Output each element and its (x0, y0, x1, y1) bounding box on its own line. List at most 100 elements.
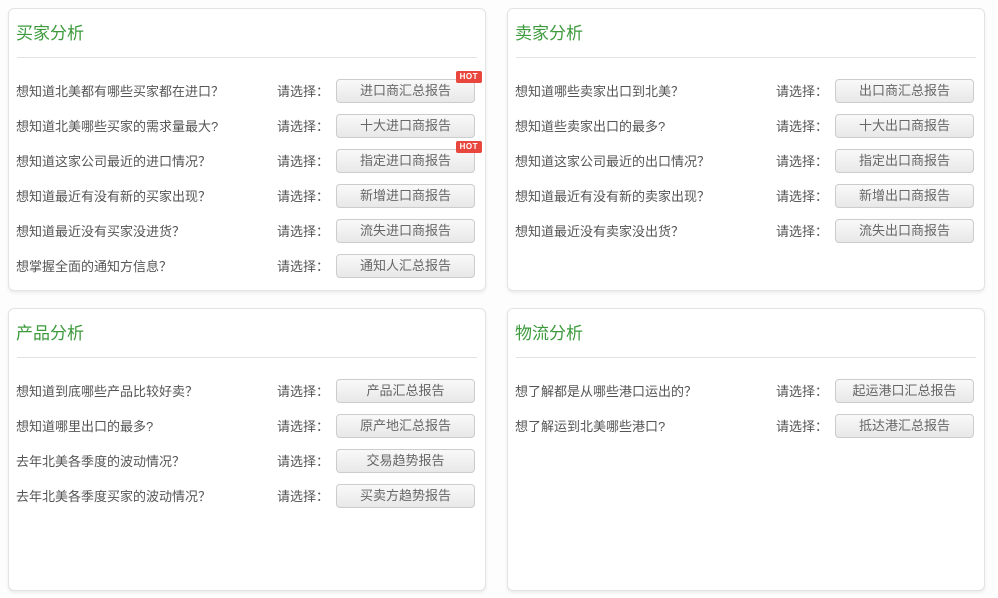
report-button[interactable]: 出口商汇总报告 (835, 79, 974, 103)
report-button-wrap: 流失进口商报告 (336, 219, 475, 243)
question-label: 想知道哪些卖家出口到北美？ (515, 81, 776, 100)
report-button[interactable]: 交易趋势报告 (336, 449, 475, 473)
report-button-wrap: 出口商汇总报告 (835, 79, 974, 103)
panel-seller-analysis: 卖家分析 想知道哪些卖家出口到北美？ 请选择： 出口商汇总报告 想知道些卖家出口… (507, 8, 985, 291)
select-label: 请选择： (277, 221, 329, 240)
question-label: 想了解都是从哪些港口运出的？ (515, 381, 776, 400)
panel-rows: 想知道到底哪些产品比较好卖？ 请选择： 产品汇总报告 想知道哪里出口的最多? 请… (9, 358, 485, 513)
select-label: 请选择： (776, 116, 828, 135)
question-label: 想知道最近有没有新的卖家出现？ (515, 186, 776, 205)
report-button-wrap: 新增进口商报告 (336, 184, 475, 208)
panel-title: 物流分析 (515, 323, 976, 345)
report-row: 想了解都是从哪些港口运出的？ 请选择： 起运港口汇总报告 (515, 373, 974, 408)
report-button[interactable]: 十大出口商报告 (835, 114, 974, 138)
report-row: 想知道北美哪些买家的需求量最大? 请选择： 十大进口商报告 (16, 108, 475, 143)
question-label: 想知道哪里出口的最多? (16, 416, 277, 435)
report-row: 去年北美各季度买家的波动情况？ 请选择： 买卖方趋势报告 (16, 478, 475, 513)
select-label: 请选择： (277, 151, 329, 170)
panel-rows: 想知道北美都有哪些买家都在进口？ 请选择： 进口商汇总报告 HOT 想知道北美哪… (9, 58, 485, 283)
analysis-grid: 买家分析 想知道北美都有哪些买家都在进口？ 请选择： 进口商汇总报告 HOT 想… (8, 8, 985, 591)
question-label: 想知道到底哪些产品比较好卖？ (16, 381, 277, 400)
question-label: 想知道北美都有哪些买家都在进口？ (16, 81, 277, 100)
report-row: 想掌握全面的通知方信息？ 请选择： 通知人汇总报告 (16, 248, 475, 283)
select-label: 请选择： (277, 381, 329, 400)
select-label: 请选择： (277, 451, 329, 470)
question-label: 想知道最近有没有新的买家出现？ (16, 186, 277, 205)
report-button-wrap: 进口商汇总报告 HOT (336, 79, 475, 103)
panel-title: 卖家分析 (515, 23, 976, 45)
question-label: 想知道最近没有买家没进货？ (16, 221, 277, 240)
report-button[interactable]: 起运港口汇总报告 (835, 379, 974, 403)
report-button-wrap: 十大进口商报告 (336, 114, 475, 138)
hot-badge: HOT (456, 141, 482, 153)
question-label: 去年北美各季度买家的波动情况？ (16, 486, 277, 505)
report-button[interactable]: 指定出口商报告 (835, 149, 974, 173)
select-label: 请选择： (277, 486, 329, 505)
select-label: 请选择： (776, 81, 828, 100)
question-label: 想掌握全面的通知方信息？ (16, 256, 277, 275)
report-button-wrap: 产品汇总报告 (336, 379, 475, 403)
report-row: 想知道最近没有买家没进货？ 请选择： 流失进口商报告 (16, 213, 475, 248)
report-row: 想知道哪里出口的最多? 请选择： 原产地汇总报告 (16, 408, 475, 443)
report-button-wrap: 通知人汇总报告 (336, 254, 475, 278)
report-button-wrap: 十大出口商报告 (835, 114, 974, 138)
report-row: 想知道到底哪些产品比较好卖？ 请选择： 产品汇总报告 (16, 373, 475, 408)
panel-rows: 想了解都是从哪些港口运出的？ 请选择： 起运港口汇总报告 想了解运到北美哪些港口… (508, 358, 984, 443)
select-label: 请选择： (277, 116, 329, 135)
select-label: 请选择： (277, 256, 329, 275)
select-label: 请选择： (776, 416, 828, 435)
report-button[interactable]: 产品汇总报告 (336, 379, 475, 403)
report-button[interactable]: 新增出口商报告 (835, 184, 974, 208)
report-button[interactable]: 指定进口商报告 (336, 149, 475, 173)
report-button[interactable]: 新增进口商报告 (336, 184, 475, 208)
question-label: 想知道北美哪些买家的需求量最大? (16, 116, 277, 135)
report-button[interactable]: 流失进口商报告 (336, 219, 475, 243)
report-button-wrap: 买卖方趋势报告 (336, 484, 475, 508)
report-row: 想知道最近有没有新的卖家出现？ 请选择： 新增出口商报告 (515, 178, 974, 213)
question-label: 想知道这家公司最近的进口情况？ (16, 151, 277, 170)
select-label: 请选择： (776, 221, 828, 240)
report-button-wrap: 原产地汇总报告 (336, 414, 475, 438)
report-row: 想了解运到北美哪些港口? 请选择： 抵达港汇总报告 (515, 408, 974, 443)
panel-title: 产品分析 (16, 323, 477, 345)
report-button[interactable]: 十大进口商报告 (336, 114, 475, 138)
panel-logistics-analysis: 物流分析 想了解都是从哪些港口运出的？ 请选择： 起运港口汇总报告 想了解运到北… (507, 308, 985, 591)
report-button[interactable]: 抵达港汇总报告 (835, 414, 974, 438)
report-button[interactable]: 买卖方趋势报告 (336, 484, 475, 508)
report-button-wrap: 新增出口商报告 (835, 184, 974, 208)
report-button-wrap: 抵达港汇总报告 (835, 414, 974, 438)
question-label: 想知道这家公司最近的出口情况？ (515, 151, 776, 170)
panel-product-analysis: 产品分析 想知道到底哪些产品比较好卖？ 请选择： 产品汇总报告 想知道哪里出口的… (8, 308, 486, 591)
hot-badge: HOT (456, 71, 482, 83)
report-row: 想知道北美都有哪些买家都在进口？ 请选择： 进口商汇总报告 HOT (16, 73, 475, 108)
question-label: 想知道些卖家出口的最多? (515, 116, 776, 135)
report-button[interactable]: 流失出口商报告 (835, 219, 974, 243)
question-label: 想了解运到北美哪些港口? (515, 416, 776, 435)
select-label: 请选择： (277, 416, 329, 435)
report-button[interactable]: 进口商汇总报告 (336, 79, 475, 103)
report-row: 去年北美各季度的波动情况？ 请选择： 交易趋势报告 (16, 443, 475, 478)
report-button-wrap: 流失出口商报告 (835, 219, 974, 243)
report-button-wrap: 指定出口商报告 (835, 149, 974, 173)
panel-rows: 想知道哪些卖家出口到北美？ 请选择： 出口商汇总报告 想知道些卖家出口的最多? … (508, 58, 984, 248)
panel-buyer-analysis: 买家分析 想知道北美都有哪些买家都在进口？ 请选择： 进口商汇总报告 HOT 想… (8, 8, 486, 291)
question-label: 去年北美各季度的波动情况？ (16, 451, 277, 470)
select-label: 请选择： (277, 186, 329, 205)
report-row: 想知道这家公司最近的进口情况？ 请选择： 指定进口商报告 HOT (16, 143, 475, 178)
select-label: 请选择： (776, 151, 828, 170)
report-button-wrap: 指定进口商报告 HOT (336, 149, 475, 173)
report-button-wrap: 起运港口汇总报告 (835, 379, 974, 403)
report-button[interactable]: 原产地汇总报告 (336, 414, 475, 438)
select-label: 请选择： (776, 381, 828, 400)
report-row: 想知道最近没有卖家没出货？ 请选择： 流失出口商报告 (515, 213, 974, 248)
report-button-wrap: 交易趋势报告 (336, 449, 475, 473)
report-row: 想知道这家公司最近的出口情况？ 请选择： 指定出口商报告 (515, 143, 974, 178)
report-row: 想知道些卖家出口的最多? 请选择： 十大出口商报告 (515, 108, 974, 143)
panel-title: 买家分析 (16, 23, 477, 45)
report-button[interactable]: 通知人汇总报告 (336, 254, 475, 278)
select-label: 请选择： (277, 81, 329, 100)
report-row: 想知道哪些卖家出口到北美？ 请选择： 出口商汇总报告 (515, 73, 974, 108)
question-label: 想知道最近没有卖家没出货？ (515, 221, 776, 240)
select-label: 请选择： (776, 186, 828, 205)
report-row: 想知道最近有没有新的买家出现？ 请选择： 新增进口商报告 (16, 178, 475, 213)
